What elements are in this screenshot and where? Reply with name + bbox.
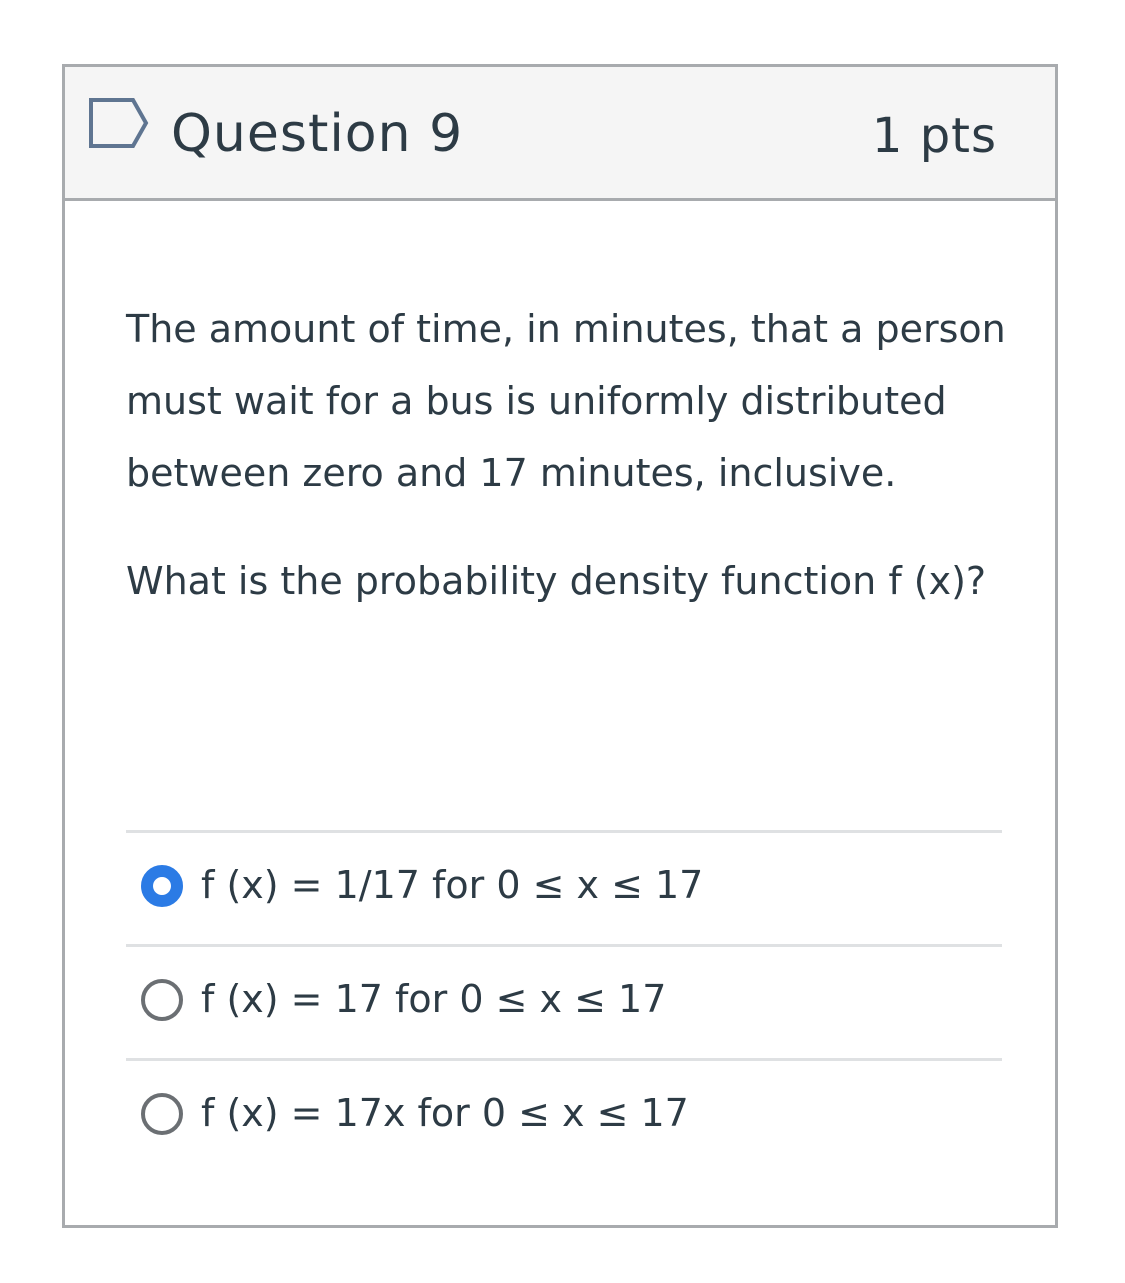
flag-outline-icon[interactable] [87, 97, 151, 149]
radio-button[interactable] [141, 979, 183, 1021]
answer-label[interactable]: f (x) = 1/17 for 0 ≤ x ≤ 17 [201, 859, 703, 911]
question-paragraph: The amount of time, in minutes, that a p… [126, 307, 1006, 495]
question-body: The amount of time, in minutes, that a p… [126, 293, 1006, 617]
answer-option-3[interactable]: f (x) = 17x for 0 ≤ x ≤ 17 [126, 1061, 1002, 1172]
answer-label[interactable]: f (x) = 17 for 0 ≤ x ≤ 17 [201, 973, 666, 1025]
radio-button-selected[interactable] [141, 865, 183, 907]
question-header: Question 9 1 pts [65, 67, 1055, 201]
question-points: 1 pts [871, 108, 997, 164]
question-paragraph: What is the probability density function… [126, 559, 987, 603]
question-card: Question 9 1 pts The amount of time, in … [62, 64, 1058, 1228]
answer-option-2[interactable]: f (x) = 17 for 0 ≤ x ≤ 17 [126, 947, 1002, 1061]
question-text: The amount of time, in minutes, that a p… [126, 293, 1006, 617]
answer-label[interactable]: f (x) = 17x for 0 ≤ x ≤ 17 [201, 1087, 689, 1139]
question-title: Question 9 [171, 104, 464, 164]
radio-button[interactable] [141, 1093, 183, 1135]
answer-list: f (x) = 1/17 for 0 ≤ x ≤ 17 f (x) = 17 f… [126, 830, 1002, 1172]
answer-option-1[interactable]: f (x) = 1/17 for 0 ≤ x ≤ 17 [126, 833, 1002, 947]
